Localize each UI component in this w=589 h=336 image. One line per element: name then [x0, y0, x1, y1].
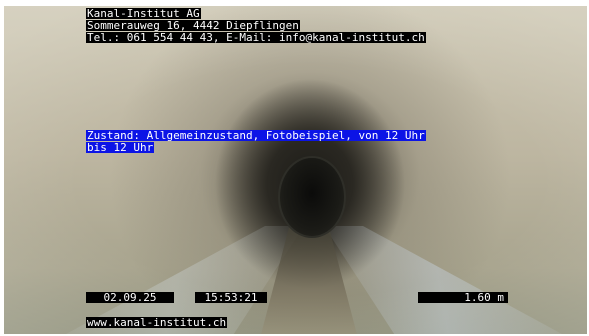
- status-line-1: Zustand: Allgemeinzustand, Fotobeispiel,…: [86, 129, 426, 142]
- pipe-inspection-photo: [4, 6, 587, 334]
- time-readout: 15:53:21: [195, 292, 267, 303]
- pipe-wall-right: [324, 226, 584, 334]
- company-address: Sommerauweg 16, 4442 Diepflingen: [86, 19, 300, 32]
- company-contact: Tel.: 061 554 44 43, E-Mail: info@kanal-…: [86, 31, 426, 44]
- date-readout: 02.09.25: [86, 292, 174, 303]
- company-name: Kanal-Institut AG: [86, 7, 201, 20]
- status-line-2: bis 12 Uhr: [86, 141, 155, 154]
- distance-readout: 1.60 m: [418, 292, 508, 303]
- website-link: www.kanal-institut.ch: [86, 316, 228, 329]
- pipe-opening: [278, 156, 346, 238]
